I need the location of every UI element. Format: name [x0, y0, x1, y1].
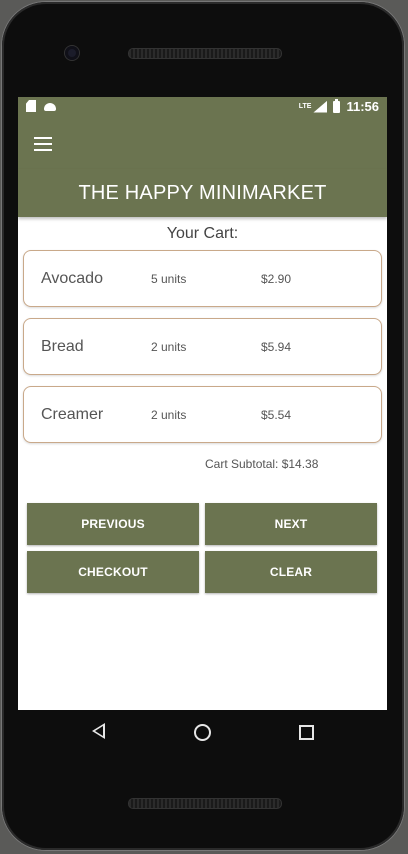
next-button[interactable]: NEXT [205, 503, 377, 545]
back-icon[interactable] [92, 723, 105, 739]
network-type: LTE [298, 103, 312, 110]
item-price: $5.54 [261, 408, 292, 422]
status-bar: LTE 11:56 [18, 97, 387, 119]
sd-card-icon [26, 100, 36, 112]
recents-icon[interactable] [299, 725, 314, 740]
bottom-speaker [128, 798, 282, 809]
cart-title: Your Cart: [166, 225, 239, 242]
top-speaker [128, 48, 282, 59]
item-name: Creamer [41, 406, 104, 423]
home-icon[interactable] [194, 724, 211, 741]
hamburger-menu-icon[interactable] [34, 137, 52, 151]
checkout-button[interactable]: CHECKOUT [27, 551, 199, 593]
cart-subtotal: Cart Subtotal: $14.38 [205, 457, 319, 471]
previous-button[interactable]: PREVIOUS [27, 503, 199, 545]
item-quantity: 5 units [151, 272, 187, 286]
item-quantity: 2 units [151, 340, 187, 354]
cart-item-creamer[interactable]: Creamer 2 units $5.54 [23, 386, 382, 443]
cart-item-avocado[interactable]: Avocado 5 units $2.90 [23, 250, 382, 307]
android-icon [44, 100, 56, 112]
signal-icon [313, 100, 328, 113]
item-quantity: 2 units [151, 408, 187, 422]
cart-list: Avocado 5 units $2.90 Bread 2 units $5.9… [23, 250, 382, 454]
front-camera [65, 46, 79, 60]
item-price: $2.90 [261, 272, 292, 286]
app-bar [18, 119, 387, 169]
battery-icon [333, 98, 341, 113]
app-screen: LTE 11:56 THE HAPPY MINIMARKET Your Cart… [18, 97, 387, 710]
status-time: 11:56 [346, 99, 379, 114]
store-banner: THE HAPPY MINIMARKET [18, 169, 387, 217]
clear-button[interactable]: CLEAR [205, 551, 377, 593]
item-name: Avocado [41, 270, 103, 287]
item-name: Bread [41, 338, 84, 355]
system-nav-bar [18, 710, 387, 756]
cart-item-bread[interactable]: Bread 2 units $5.94 [23, 318, 382, 375]
item-price: $5.94 [261, 340, 292, 354]
